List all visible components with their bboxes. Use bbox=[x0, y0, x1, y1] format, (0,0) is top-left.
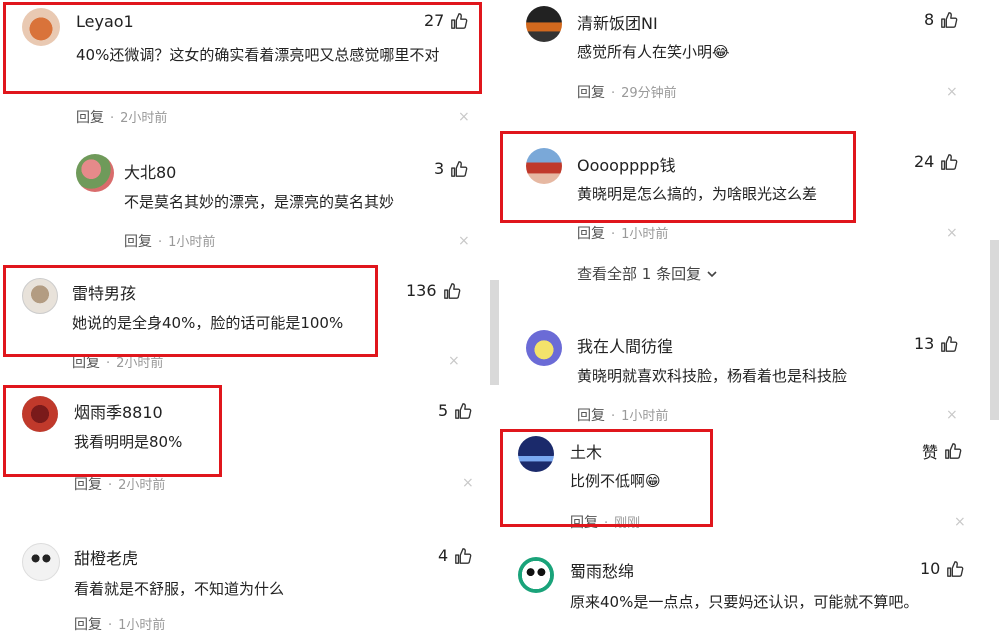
thumbs-up-icon bbox=[941, 335, 958, 352]
close-icon[interactable]: × bbox=[954, 514, 966, 530]
comment-text: 黄晓明是怎么搞的，为啥眼光这么差 bbox=[577, 185, 818, 203]
comment-username[interactable]: 清新饭团NI bbox=[577, 10, 658, 34]
timestamp: 1小时前 bbox=[621, 409, 669, 424]
thumbs-up-icon bbox=[941, 153, 958, 170]
chevron-down-icon bbox=[707, 271, 717, 278]
comment-meta: 回复 · 29分钟前 bbox=[577, 82, 677, 102]
like-count: 24 bbox=[914, 152, 935, 171]
comment-text-body: 比例不低啊 bbox=[570, 472, 646, 490]
like-button[interactable]: 赞 bbox=[922, 439, 962, 463]
like-button[interactable]: 13 bbox=[914, 334, 958, 353]
avatar[interactable] bbox=[518, 557, 554, 593]
reply-button[interactable]: 回复 bbox=[577, 408, 605, 424]
like-button[interactable]: 8 bbox=[924, 10, 958, 29]
like-label: 赞 bbox=[922, 443, 939, 462]
grinning-emoji: 😁 bbox=[645, 472, 661, 490]
like-count: 8 bbox=[924, 10, 935, 29]
laughing-emoji: 😂 bbox=[712, 43, 730, 61]
reply-button[interactable]: 回复 bbox=[577, 226, 605, 242]
comment-meta: 回复 · 1小时前 bbox=[577, 223, 668, 243]
like-button[interactable]: 24 bbox=[914, 152, 958, 171]
separator-dot: · bbox=[611, 409, 616, 424]
avatar[interactable] bbox=[526, 148, 562, 184]
comment-text: 原来40%是一点点，只要妈还认识，可能就不算吧。 bbox=[570, 593, 919, 611]
reply-button[interactable]: 回复 bbox=[570, 515, 598, 531]
close-icon[interactable]: × bbox=[946, 407, 958, 423]
comment-text: 比例不低啊😁 bbox=[570, 469, 770, 494]
like-count: 10 bbox=[920, 559, 941, 578]
thumbs-up-icon bbox=[941, 11, 958, 28]
comment-text: 感觉所有人在笑小明😂 bbox=[577, 40, 937, 65]
like-button[interactable]: 10 bbox=[920, 559, 964, 578]
comments-column-right: 清新饭团NI 8 感觉所有人在笑小明😂 回复 · 29分钟前 × Oooopppp钱… bbox=[0, 0, 1000, 623]
thumbs-up-icon bbox=[945, 443, 962, 459]
scrollbar-thumb[interactable] bbox=[990, 240, 999, 420]
thumbs-up-icon bbox=[947, 560, 964, 577]
timestamp: 刚刚 bbox=[614, 516, 641, 531]
separator-dot: · bbox=[604, 516, 609, 531]
comment-text: 黄晓明就喜欢科技脸，杨看着也是科技脸 bbox=[577, 367, 848, 385]
comment-username[interactable]: 我在人間彷徨 bbox=[577, 333, 673, 357]
close-icon[interactable]: × bbox=[946, 84, 958, 100]
avatar[interactable] bbox=[526, 6, 562, 42]
close-icon[interactable]: × bbox=[946, 225, 958, 241]
view-all-replies-link[interactable]: 查看全部 1 条回复 bbox=[577, 263, 718, 284]
timestamp: 29分钟前 bbox=[621, 86, 677, 101]
comment-meta: 回复 · 1小时前 bbox=[577, 405, 668, 425]
comment-username[interactable]: 土木 bbox=[570, 439, 602, 463]
like-count: 13 bbox=[914, 334, 935, 353]
comment-username[interactable]: 蜀雨愁绵 bbox=[570, 558, 634, 582]
separator-dot: · bbox=[611, 227, 616, 242]
comment-username[interactable]: Oooopppp钱 bbox=[577, 152, 676, 176]
avatar[interactable] bbox=[518, 436, 554, 472]
avatar[interactable] bbox=[526, 330, 562, 366]
reply-button[interactable]: 回复 bbox=[577, 85, 605, 101]
timestamp: 1小时前 bbox=[621, 227, 669, 242]
comment-text-body: 感觉所有人在笑小明 bbox=[577, 43, 713, 61]
view-all-label: 查看全部 1 条回复 bbox=[577, 265, 702, 283]
comment-meta: 回复 · 刚刚 bbox=[570, 512, 640, 532]
separator-dot: · bbox=[611, 86, 616, 101]
